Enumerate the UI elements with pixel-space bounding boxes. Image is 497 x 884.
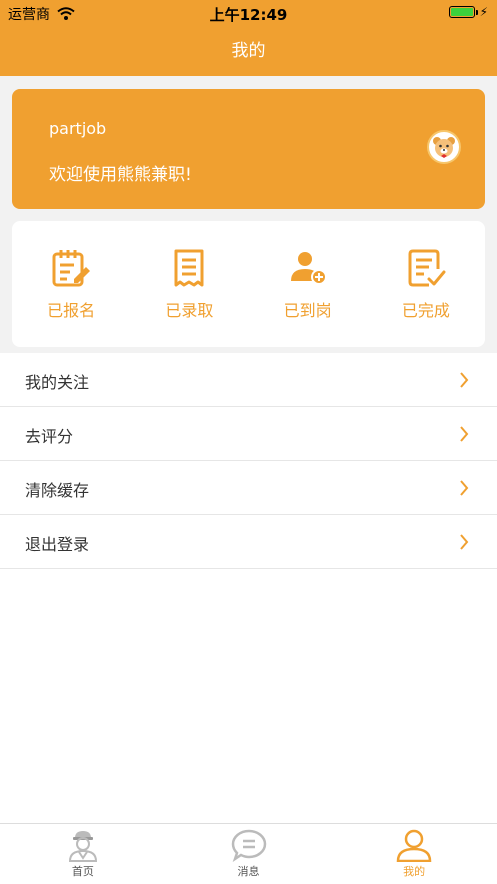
tab-messages[interactable]: 消息 xyxy=(166,824,332,884)
menu-item-label: 我的关注 xyxy=(25,373,90,392)
username: partjob xyxy=(49,119,107,138)
tab-home[interactable]: 首页 xyxy=(0,824,166,884)
status-admitted[interactable]: 已录取 xyxy=(139,247,239,321)
menu-item-label: 清除缓存 xyxy=(25,481,90,500)
status-label: 已报名 xyxy=(47,301,96,320)
menu-item-logout[interactable]: 退出登录 xyxy=(0,515,497,569)
menu-item-clear-cache[interactable]: 清除缓存 xyxy=(0,461,497,515)
tab-bar: 首页 消息 我的 xyxy=(0,823,497,884)
status-label: 已到岗 xyxy=(283,301,332,320)
chevron-right-icon xyxy=(460,480,469,496)
chat-icon xyxy=(231,829,266,862)
bear-avatar-icon xyxy=(433,137,455,158)
profile-card[interactable]: partjob 欢迎使用熊熊兼职! xyxy=(12,89,485,209)
battery-icon xyxy=(449,6,478,18)
tab-label: 我的 xyxy=(403,865,426,878)
status-label: 已录取 xyxy=(165,301,214,320)
checklist-icon xyxy=(408,249,446,287)
receipt-icon xyxy=(174,249,204,287)
top-bar: 运营商 上午12:49 ⚡ 我的 xyxy=(0,0,497,76)
tab-label: 首页 xyxy=(71,865,94,878)
avatar[interactable] xyxy=(427,130,461,164)
empty-content-area xyxy=(0,569,497,824)
status-completed[interactable]: 已完成 xyxy=(376,247,476,321)
status-on-duty[interactable]: 已到岗 xyxy=(258,247,358,321)
menu-item-label: 去评分 xyxy=(25,427,74,446)
page-title: 我的 xyxy=(231,41,266,61)
menu-item-label: 退出登录 xyxy=(25,535,90,554)
menu-item-following[interactable]: 我的关注 xyxy=(0,353,497,407)
menu-item-rate[interactable]: 去评分 xyxy=(0,407,497,461)
welcome-text: 欢迎使用熊熊兼职! xyxy=(49,165,192,185)
settings-list: 我的关注 去评分 清除缓存 退出登录 xyxy=(0,353,497,569)
charging-icon: ⚡ xyxy=(479,5,488,19)
user-icon xyxy=(396,829,432,862)
clipboard-edit-icon xyxy=(52,250,91,287)
chevron-right-icon xyxy=(460,534,469,550)
worker-icon xyxy=(68,831,97,862)
chevron-right-icon xyxy=(460,426,469,442)
status-signed-up[interactable]: 已报名 xyxy=(21,247,121,321)
status-label: 已完成 xyxy=(401,301,450,320)
status-bar: 运营商 上午12:49 ⚡ xyxy=(0,0,497,26)
application-status-panel: 已报名 已录取 已到岗 已完成 xyxy=(12,221,485,347)
tab-label: 消息 xyxy=(237,865,260,878)
tab-mine[interactable]: 我的 xyxy=(331,824,497,884)
person-add-icon xyxy=(290,252,327,285)
chevron-right-icon xyxy=(460,372,469,388)
clock: 上午12:49 xyxy=(209,6,288,24)
